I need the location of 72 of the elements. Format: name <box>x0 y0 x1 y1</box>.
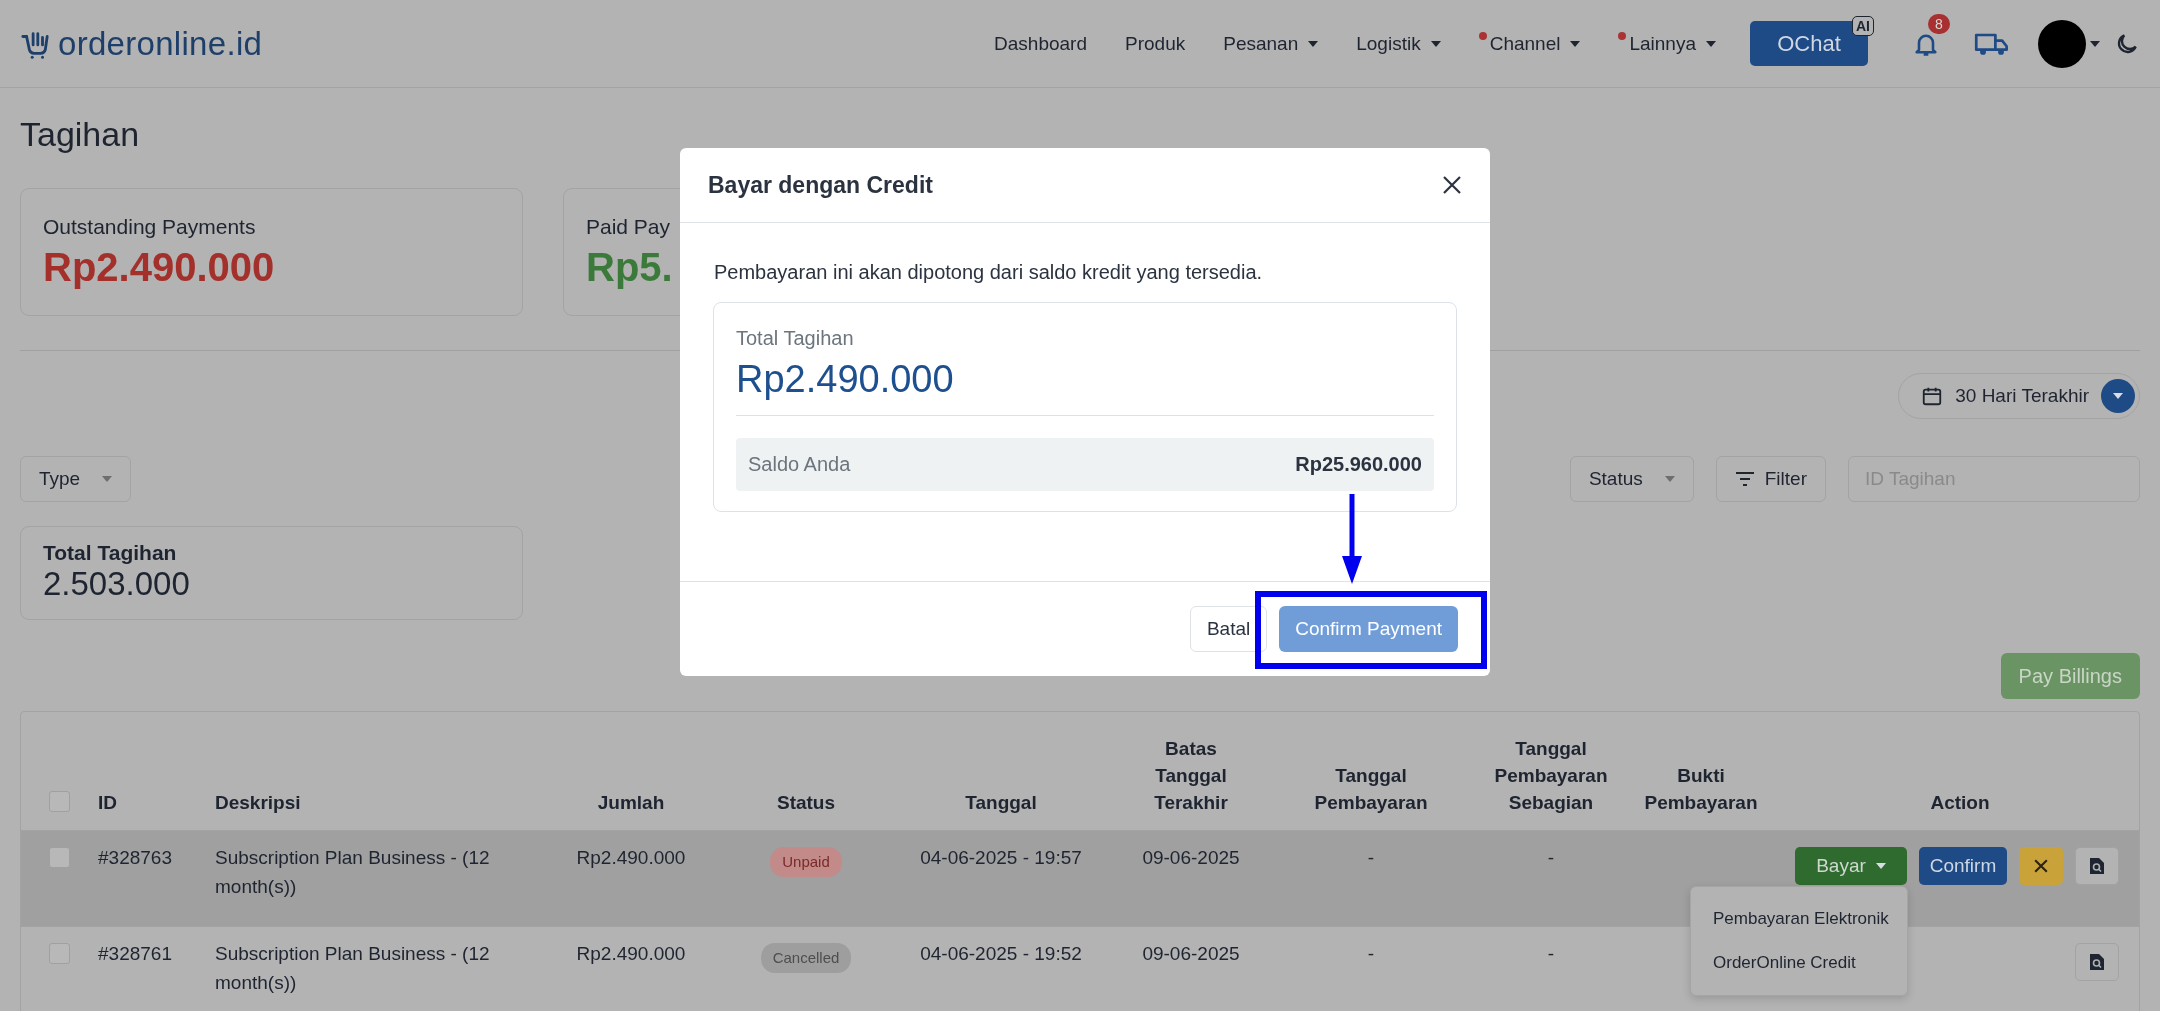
card-label: Paid Pay <box>586 215 671 239</box>
nav-link[interactable]: Dashboard <box>994 32 1087 55</box>
column-header: Tanggal <box>965 791 1037 815</box>
close-icon[interactable] <box>1442 175 1462 195</box>
card-label: Outstanding Payments <box>43 215 256 239</box>
date-range-label: 30 Hari Terakhir <box>1955 385 2089 407</box>
notification-badge: 8 <box>1928 13 1950 34</box>
table-cell-text: - <box>1547 942 1555 966</box>
modal-message: Pembayaran ini akan dipotong dari saldo kredit yang tersedia. <box>713 261 1264 284</box>
column-header: Action <box>1930 791 1990 815</box>
close-icon <box>2034 859 2048 873</box>
table-cell-text: 04-06-2025 - 19:52 <box>920 942 1082 966</box>
nav-link[interactable]: Pesanan <box>1223 32 1319 55</box>
calendar-icon <box>1921 385 1944 407</box>
card-amount: Rp2.490.000 <box>43 245 275 290</box>
total-value: 2.503.000 <box>43 565 190 603</box>
table-cell-text: 09-06-2025 <box>1142 942 1240 966</box>
page-title: Tagihan <box>20 114 141 155</box>
menu-item[interactable]: OrderOnline Credit <box>1691 941 1907 985</box>
total-label: Total Tagihan <box>43 541 177 565</box>
table-cell-text: 04-06-2025 - 19:57 <box>920 846 1082 870</box>
balance-amount: Rp25.960.000 <box>1295 453 1422 476</box>
checkbox[interactable] <box>49 943 70 964</box>
document-search-icon <box>2089 857 2105 875</box>
table-cell-text: Rp2.490.000 <box>576 942 686 966</box>
table-cell-text: #328763 <box>98 846 172 870</box>
column-header: Deskripsi <box>215 791 301 815</box>
type-dropdown[interactable]: Type <box>20 456 132 502</box>
cancel-button[interactable]: Batal <box>1189 606 1268 652</box>
column-header: ID <box>98 791 117 815</box>
card-amount: Rp5. <box>586 245 673 290</box>
confirm-button[interactable]: Confirm <box>1919 847 2007 885</box>
pay-button[interactable]: Bayar <box>1795 847 1907 885</box>
column-header: Batas Tanggal Terakhir <box>1154 737 1228 815</box>
nav-link[interactable]: Lainnya <box>1618 32 1716 55</box>
total-label: Total Tagihan <box>736 327 855 350</box>
brand-name[interactable]: orderonline.id <box>58 24 263 63</box>
nav-link[interactable]: Produk <box>1125 32 1186 55</box>
filter-button[interactable]: Filter <box>1715 456 1826 502</box>
table-cell-text: #328761 <box>98 942 172 966</box>
filter-icon <box>1734 471 1755 487</box>
table-cell-text: Subscription Plan Business - (12 month(s)) <box>215 846 491 899</box>
status-badge: Cancelled <box>760 943 852 973</box>
column-header: Status <box>776 791 836 815</box>
view-button[interactable] <box>2075 847 2119 885</box>
table-cell-text: Rp2.490.000 <box>576 846 686 870</box>
column-header: Tanggal Pembayaran Sebagian <box>1494 737 1608 815</box>
column-header: Tanggal Pembayaran <box>1314 764 1428 815</box>
checkbox[interactable] <box>49 791 70 812</box>
cancel-button[interactable] <box>2019 847 2063 885</box>
dropdown-toggle[interactable] <box>2101 379 2135 413</box>
modal-title: Bayar dengan Credit <box>708 171 933 199</box>
nav-link[interactable]: Channel <box>1478 32 1581 55</box>
menu-item[interactable]: Pembayaran Elektronik <box>1691 897 1907 941</box>
avatar[interactable] <box>2038 19 2086 68</box>
status-badge: Unpaid <box>770 847 842 877</box>
column-header: Bukti Pembayaran <box>1644 764 1758 815</box>
table-cell-text: 09-06-2025 <box>1142 846 1240 870</box>
nav-link[interactable]: Logistik <box>1356 32 1441 55</box>
balance-label: Saldo Anda <box>748 453 851 476</box>
total-amount: Rp2.490.000 <box>736 358 1434 416</box>
column-header: Jumlah <box>597 791 665 815</box>
table-cell-text: Subscription Plan Business - (12 month(s)) <box>215 942 491 995</box>
table-cell-text: - <box>1547 846 1555 870</box>
caret-icon[interactable] <box>2090 40 2100 47</box>
table-cell-text: - <box>1367 942 1375 966</box>
document-search-icon <box>2089 953 2105 971</box>
checkbox[interactable] <box>49 847 70 868</box>
table-cell-text: - <box>1367 846 1375 870</box>
ai-badge: AI <box>1852 15 1874 36</box>
view-button[interactable] <box>2075 943 2119 981</box>
status-dropdown[interactable]: Status <box>1569 456 1694 502</box>
